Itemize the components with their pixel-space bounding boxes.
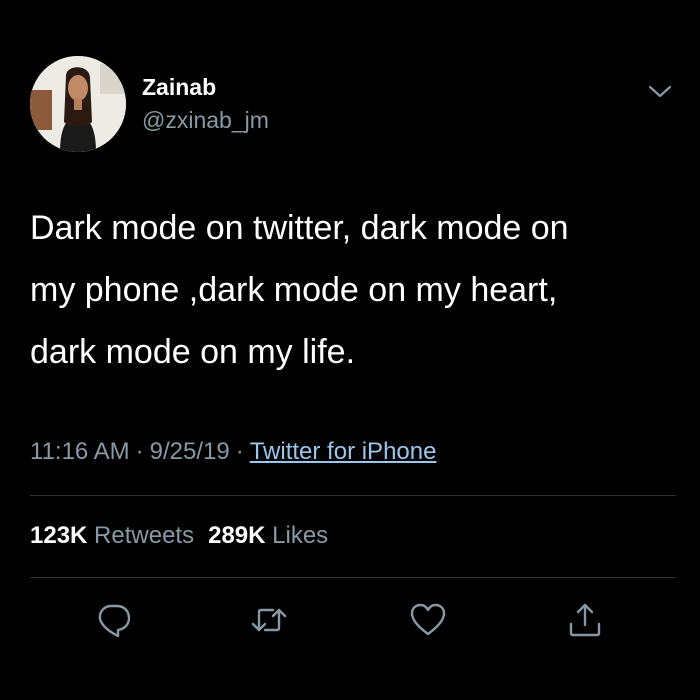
heart-icon <box>410 603 446 636</box>
user-handle[interactable]: @zxinab_jm <box>142 107 269 134</box>
chevron-down-icon <box>648 85 672 98</box>
likes-count: 289K <box>208 522 266 549</box>
retweet-button[interactable] <box>249 600 289 640</box>
display-name[interactable]: Zainab <box>142 74 216 101</box>
retweets-count: 123K <box>30 522 88 549</box>
reply-icon <box>98 604 131 638</box>
more-options-button[interactable] <box>640 78 680 106</box>
meta-separator: · <box>235 438 244 465</box>
tweet-time: 11:16 AM <box>30 438 130 465</box>
divider <box>30 577 676 578</box>
meta-separator: · <box>135 438 144 465</box>
likes-label: Likes <box>272 522 329 549</box>
tweet-stats: 123K Retweets 289K Likes <box>30 522 328 550</box>
divider <box>30 495 676 496</box>
share-button[interactable] <box>565 600 605 640</box>
tweet-meta: 11:16 AM · 9/25/19 · Twitter for iPhone <box>30 438 436 466</box>
tweet-text: Dark mode on twitter, dark mode on my ph… <box>30 209 569 371</box>
tweet-date: 9/25/19 <box>149 438 230 465</box>
like-button[interactable] <box>408 600 448 640</box>
share-icon <box>569 603 601 637</box>
reply-button[interactable] <box>94 600 134 640</box>
tweet-source-link[interactable]: Twitter for iPhone <box>250 438 437 465</box>
avatar-image <box>30 56 126 152</box>
retweets-label: Retweets <box>94 522 195 549</box>
avatar[interactable] <box>30 56 126 152</box>
likes-stat[interactable]: 289K Likes <box>208 522 328 549</box>
retweets-stat[interactable]: 123K Retweets <box>30 522 194 549</box>
tweet-card: Zainab @zxinab_jm Dark mode on twitter, … <box>0 0 700 700</box>
retweet-icon <box>251 608 287 632</box>
